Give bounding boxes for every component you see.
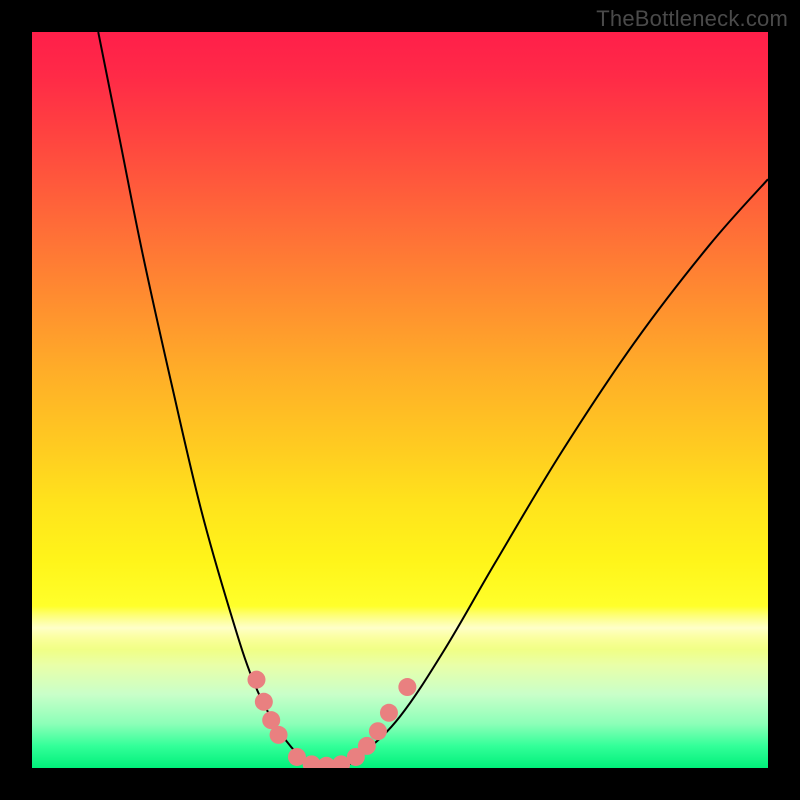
curve-layer — [32, 32, 768, 768]
highlight-dot — [247, 671, 265, 689]
plot-area — [32, 32, 768, 768]
highlight-dot — [255, 693, 273, 711]
highlight-dots-group — [247, 671, 416, 768]
watermark-text: TheBottleneck.com — [596, 6, 788, 32]
highlight-dot — [369, 722, 387, 740]
highlight-dot — [398, 678, 416, 696]
bottleneck-curve-path — [98, 32, 768, 768]
highlight-dot — [380, 704, 398, 722]
highlight-dot — [270, 726, 288, 744]
chart-frame: TheBottleneck.com — [0, 0, 800, 800]
highlight-dot — [358, 737, 376, 755]
